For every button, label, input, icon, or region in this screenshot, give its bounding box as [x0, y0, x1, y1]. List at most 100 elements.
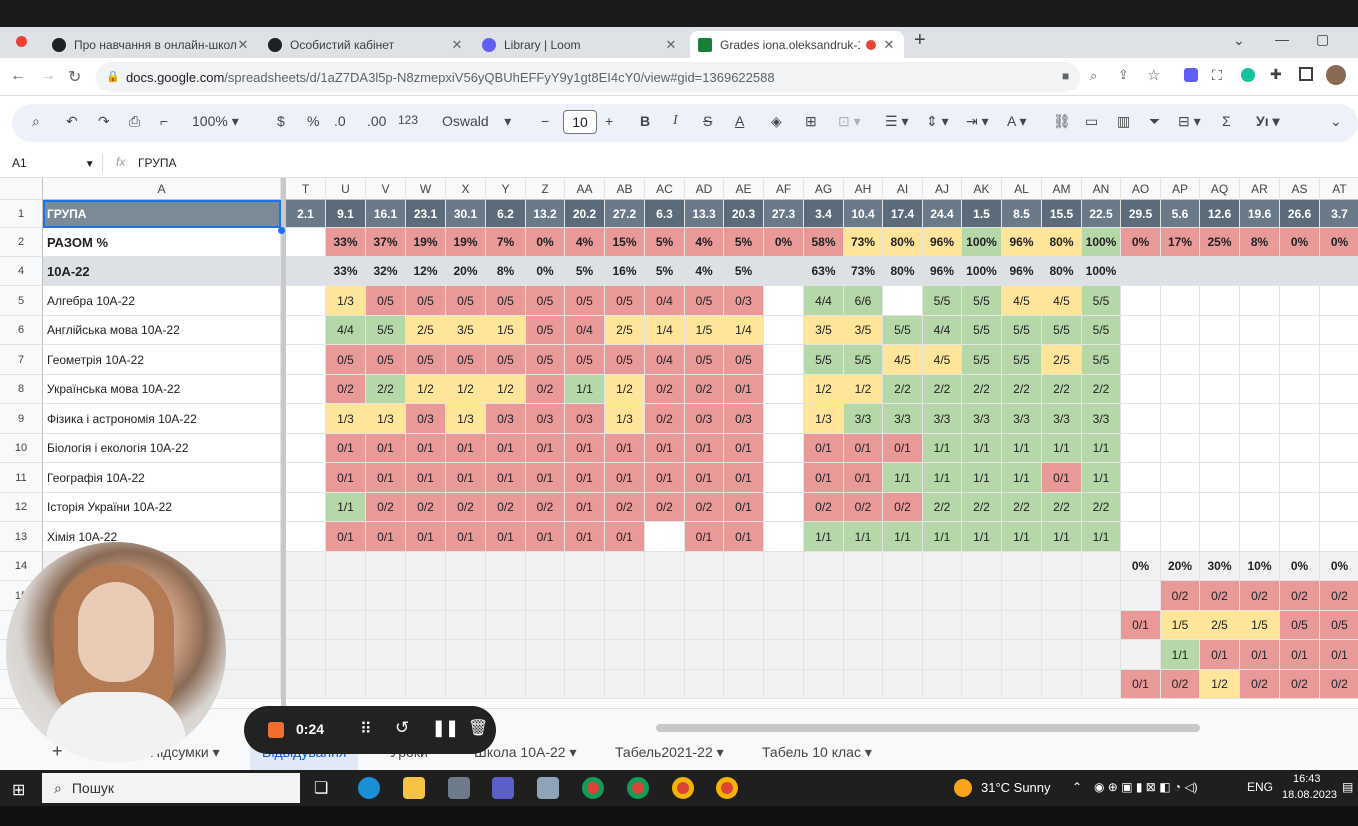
grade-cell[interactable]: 1/3: [326, 404, 366, 434]
grade-cell[interactable]: [1320, 345, 1358, 375]
grade-cell[interactable]: 1/2: [844, 375, 883, 404]
grade-cell[interactable]: 0/1: [1240, 640, 1280, 670]
grade-cell[interactable]: [1240, 316, 1280, 345]
grade-cell[interactable]: [844, 611, 883, 640]
back-arrow-icon[interactable]: ←: [10, 67, 26, 85]
grade-cell[interactable]: 1/3: [605, 404, 645, 434]
grade-cell[interactable]: [1161, 345, 1200, 375]
grade-cell[interactable]: 2/5: [406, 316, 446, 345]
grade-cell[interactable]: [1161, 493, 1200, 522]
grade-cell[interactable]: [724, 552, 764, 581]
grade-cell[interactable]: [286, 522, 326, 552]
column-header[interactable]: U: [326, 178, 366, 200]
column-header[interactable]: W: [406, 178, 446, 200]
grade-cell[interactable]: [286, 552, 326, 581]
grade-cell[interactable]: [764, 581, 804, 611]
grade-cell[interactable]: 80%: [883, 257, 923, 286]
row-header[interactable]: 10: [0, 434, 43, 463]
grade-cell[interactable]: [446, 611, 486, 640]
grade-cell[interactable]: 30.1: [446, 200, 486, 228]
tab-search-icon[interactable]: ⌄: [1233, 32, 1245, 49]
grade-cell[interactable]: [1002, 670, 1042, 699]
subject-name-cell[interactable]: Українська мова 10А-22: [43, 375, 281, 404]
grade-cell[interactable]: 3/3: [923, 404, 962, 434]
grade-cell[interactable]: 0/1: [565, 493, 605, 522]
clock-time[interactable]: 16:43: [1293, 773, 1321, 785]
grade-cell[interactable]: [605, 670, 645, 699]
grade-cell[interactable]: 0/5: [685, 286, 724, 316]
grade-cell[interactable]: [605, 611, 645, 640]
grade-cell[interactable]: [962, 611, 1002, 640]
grade-cell[interactable]: 8.5: [1002, 200, 1042, 228]
grade-cell[interactable]: 3/5: [804, 316, 844, 345]
subject-name-cell[interactable]: Геометрія 10А-22: [43, 345, 281, 375]
row-header[interactable]: 5: [0, 286, 43, 316]
grade-cell[interactable]: [605, 581, 645, 611]
grade-cell[interactable]: 80%: [1042, 257, 1082, 286]
row-header[interactable]: 6: [0, 316, 43, 345]
grade-cell[interactable]: [486, 581, 526, 611]
grade-cell[interactable]: [923, 611, 962, 640]
grade-cell[interactable]: 1/1: [962, 434, 1002, 463]
grade-cell[interactable]: 0/2: [1200, 581, 1240, 611]
grade-cell[interactable]: [923, 670, 962, 699]
grade-cell[interactable]: 3/3: [962, 404, 1002, 434]
grade-cell[interactable]: 0/1: [1121, 670, 1161, 699]
grade-cell[interactable]: 1/1: [1082, 463, 1121, 493]
grade-cell[interactable]: [286, 375, 326, 404]
grade-cell[interactable]: [1240, 493, 1280, 522]
sheet-tab-tabel10[interactable]: Табель 10 клас ▾: [762, 744, 872, 761]
grade-cell[interactable]: 5/5: [1042, 316, 1082, 345]
grade-cell[interactable]: 0/1: [565, 522, 605, 552]
merge-cells-icon[interactable]: ⊡ ▾: [838, 113, 861, 130]
grade-cell[interactable]: 3/3: [1082, 404, 1121, 434]
share-icon[interactable]: ⇪: [1118, 67, 1129, 83]
grade-cell[interactable]: 16%: [605, 257, 645, 286]
grade-cell[interactable]: [1121, 522, 1161, 552]
grade-cell[interactable]: 20%: [446, 257, 486, 286]
column-header[interactable]: AK: [962, 178, 1002, 200]
grade-cell[interactable]: [366, 670, 406, 699]
grade-cell[interactable]: 2/2: [962, 493, 1002, 522]
grade-cell[interactable]: [764, 345, 804, 375]
grade-cell[interactable]: 80%: [1042, 228, 1082, 257]
grade-cell[interactable]: 0%: [526, 228, 565, 257]
grade-cell[interactable]: [446, 640, 486, 670]
grade-cell[interactable]: 0/1: [326, 522, 366, 552]
grade-cell[interactable]: [1280, 404, 1320, 434]
grade-cell[interactable]: 0/5: [326, 345, 366, 375]
grade-cell[interactable]: 0/1: [645, 434, 685, 463]
grade-cell[interactable]: 3.7: [1320, 200, 1358, 228]
grade-cell[interactable]: [764, 257, 804, 286]
grade-cell[interactable]: 0%: [1121, 228, 1161, 257]
grammarly-icon[interactable]: [1241, 68, 1255, 82]
input-tools-icon[interactable]: Уı ▾: [1256, 113, 1280, 130]
grade-cell[interactable]: [1200, 404, 1240, 434]
grade-cell[interactable]: 1/1: [1042, 434, 1082, 463]
grade-cell[interactable]: 100%: [962, 257, 1002, 286]
grade-cell[interactable]: 26.6: [1280, 200, 1320, 228]
grade-cell[interactable]: [286, 611, 326, 640]
grade-cell[interactable]: 0/1: [645, 463, 685, 493]
grade-cell[interactable]: 24.4: [923, 200, 962, 228]
grade-cell[interactable]: [764, 316, 804, 345]
grade-cell[interactable]: 2/2: [1002, 493, 1042, 522]
grade-cell[interactable]: 17%: [1161, 228, 1200, 257]
chrome-icon[interactable]: [716, 777, 738, 799]
grade-cell[interactable]: 0%: [526, 257, 565, 286]
grade-cell[interactable]: 100%: [962, 228, 1002, 257]
grade-cell[interactable]: 1/1: [1002, 522, 1042, 552]
grade-cell[interactable]: 0/2: [1240, 670, 1280, 699]
grade-cell[interactable]: [1002, 611, 1042, 640]
font-size-field[interactable]: 10: [563, 110, 597, 134]
grade-cell[interactable]: 3/5: [446, 316, 486, 345]
grade-cell[interactable]: 0/2: [1320, 670, 1358, 699]
grade-cell[interactable]: [804, 640, 844, 670]
grade-cell[interactable]: [1161, 257, 1200, 286]
grade-cell[interactable]: 4/5: [1042, 286, 1082, 316]
grade-cell[interactable]: [1320, 493, 1358, 522]
grade-cell[interactable]: 5%: [645, 228, 685, 257]
grade-cell[interactable]: [1002, 552, 1042, 581]
grade-cell[interactable]: 1/2: [1200, 670, 1240, 699]
grade-cell[interactable]: 0/1: [724, 493, 764, 522]
